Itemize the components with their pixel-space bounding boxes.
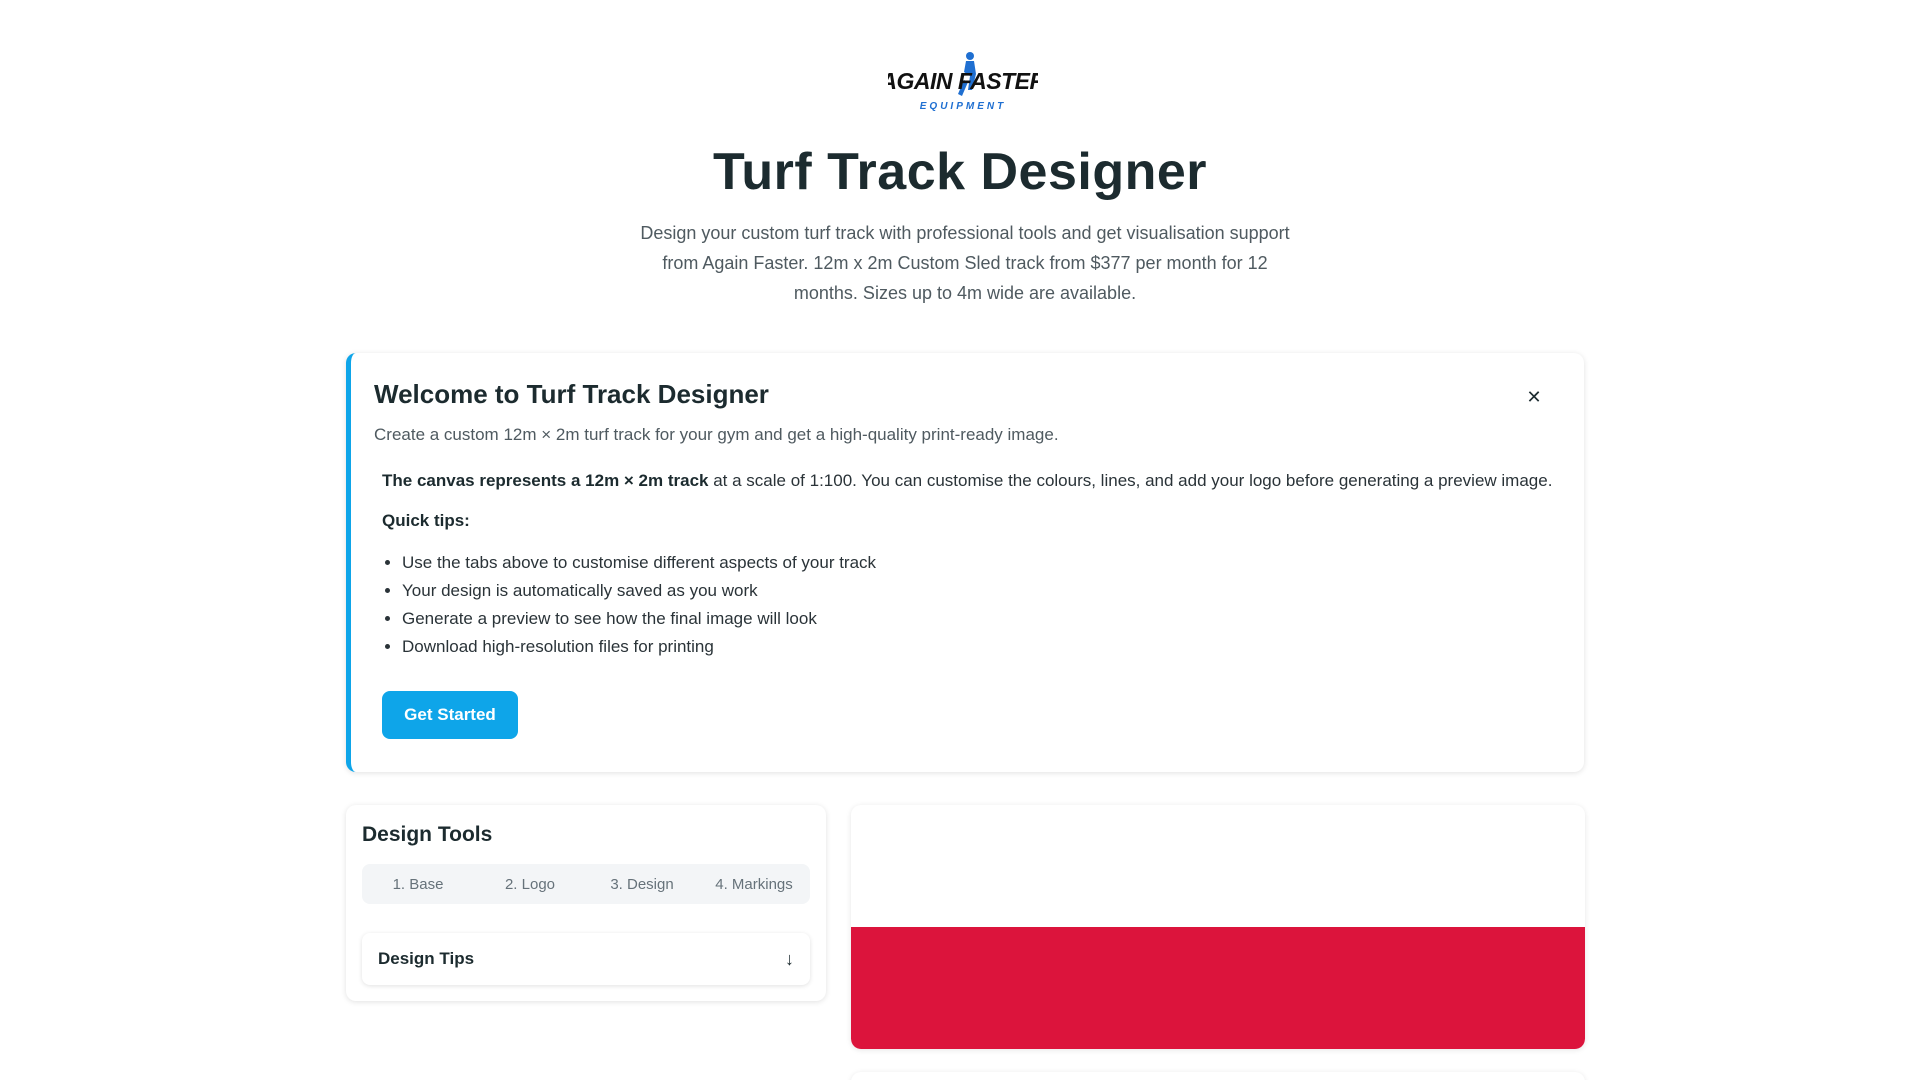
design-tips-label: Design Tips <box>378 949 475 968</box>
quick-tips-list: Use the tabs above to customise differen… <box>382 549 1562 661</box>
page-title: Turf Track Designer <box>712 143 1208 201</box>
design-tools-title: Design Tools <box>362 823 493 846</box>
svg-text:AGAIN FASTER: AGAIN FASTER <box>888 68 1038 94</box>
canvas-scale-text: The canvas represents a 12m × 2m track a… <box>382 471 1562 491</box>
welcome-description: Create a custom 12m × 2m turf track for … <box>374 425 1059 444</box>
track-preview-panel <box>851 805 1585 1049</box>
tab-logo[interactable]: 2. Logo <box>474 864 586 904</box>
design-tabs: 1. Base 2. Logo 3. Design 4. Markings <box>362 864 810 904</box>
close-icon: ✕ <box>1526 386 1542 407</box>
tab-markings[interactable]: 4. Markings <box>698 864 810 904</box>
welcome-title: Welcome to Turf Track Designer <box>374 379 769 409</box>
welcome-body: The canvas represents a 12m × 2m track a… <box>382 471 1562 661</box>
list-item: Generate a preview to see how the final … <box>402 605 1562 633</box>
design-tips-accordion[interactable]: Design Tips ↓ <box>362 933 810 985</box>
tab-design[interactable]: 3. Design <box>586 864 698 904</box>
secondary-panel <box>851 1072 1585 1080</box>
tab-base[interactable]: 1. Base <box>362 864 474 904</box>
design-tools-panel: Design Tools 1. Base 2. Logo 3. Design 4… <box>346 805 826 1001</box>
get-started-button[interactable]: Get Started <box>382 691 518 739</box>
list-item: Use the tabs above to customise differen… <box>402 549 1562 577</box>
quick-tips-heading: Quick tips: <box>382 511 470 530</box>
close-button[interactable]: ✕ <box>1522 385 1546 409</box>
track-canvas[interactable] <box>851 927 1585 1049</box>
list-item: Download high-resolution files for print… <box>402 633 1562 661</box>
svg-text:EQUIPMENT: EQUIPMENT <box>920 101 1006 112</box>
arrow-down-icon: ↓ <box>785 948 794 969</box>
canvas-scale-rest: at a scale of 1:100. You can customise t… <box>708 471 1553 490</box>
canvas-scale-bold: The canvas represents a 12m × 2m track <box>382 471 709 490</box>
page: AGAIN FASTER EQUIPMENT Turf Track Design… <box>0 0 1920 1080</box>
again-faster-logo[interactable]: AGAIN FASTER EQUIPMENT <box>879 52 1047 120</box>
list-item: Your design is automatically saved as yo… <box>402 577 1562 605</box>
welcome-card: Welcome to Turf Track Designer ✕ Create … <box>346 353 1584 772</box>
page-subtitle: Design your custom turf track with profe… <box>640 223 1290 303</box>
